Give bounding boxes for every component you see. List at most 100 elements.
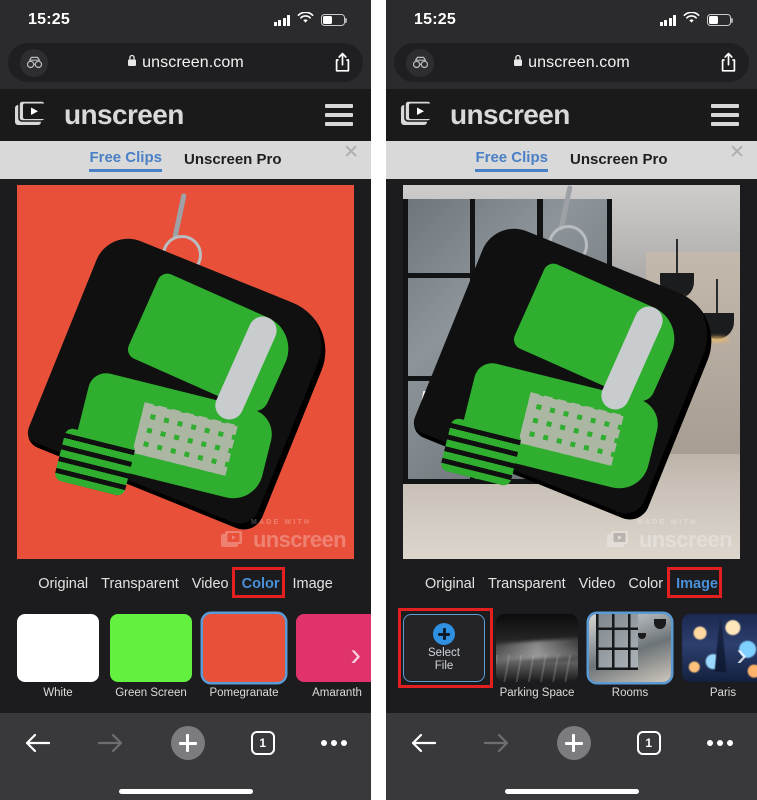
tab-unscreen-pro[interactable]: Unscreen Pro (570, 151, 668, 170)
media-preview-area: MADE WITH unscreen (0, 179, 371, 564)
shoe-keychain-graphic (403, 184, 740, 559)
more-dots-icon[interactable] (321, 740, 347, 746)
watermark-made-with: MADE WITH (636, 518, 698, 526)
browser-bottom-bar: 1 (386, 713, 757, 773)
option-tab-original[interactable]: Original (38, 576, 88, 592)
thumbnail-image (496, 614, 578, 682)
watermark-made-with: MADE WITH (250, 518, 312, 526)
back-arrow-icon[interactable] (410, 732, 437, 754)
watermark: MADE WITH unscreen (606, 518, 733, 553)
tab-free-clips[interactable]: Free Clips (475, 149, 548, 172)
cellular-signal-icon (273, 14, 290, 26)
address-bar[interactable]: unscreen.com (394, 43, 749, 82)
color-swatch-strip[interactable]: White Green Screen Pomegranate Amaranth … (0, 598, 371, 713)
swatch-color-box (110, 614, 192, 682)
option-tab-transparent[interactable]: Transparent (488, 576, 566, 592)
tab-count-badge[interactable]: 1 (250, 731, 275, 755)
watermark-brand: unscreen (638, 526, 733, 552)
swatch-green-screen[interactable]: Green Screen (110, 614, 192, 699)
site-tabs: Free Clips Unscreen Pro ✕ (0, 141, 371, 179)
phone-screenshot-right: 15:25 unscreen.com unscreen Free Clips U… (386, 0, 757, 800)
swatch-color-box (17, 614, 99, 682)
clasp (558, 184, 573, 231)
home-indicator[interactable] (504, 788, 639, 794)
status-icons (659, 11, 734, 29)
address-bar[interactable]: unscreen.com (8, 43, 363, 82)
chevron-right-icon[interactable]: › (736, 638, 747, 670)
thumbnail-label: Paris (709, 687, 737, 699)
close-icon[interactable]: ✕ (343, 143, 359, 162)
option-tabs: Original Transparent Video Color Image (386, 564, 757, 599)
option-tab-color[interactable]: Color (241, 576, 279, 599)
more-dots-icon[interactable] (707, 740, 733, 746)
status-icons (273, 11, 348, 29)
swatch-label: White (43, 687, 73, 699)
tab-free-clips[interactable]: Free Clips (89, 149, 162, 172)
add-plus-icon[interactable] (556, 726, 591, 760)
phone-screenshot-left: 15:25 unscreen.com unscreen Free Clips U… (0, 0, 371, 800)
home-indicator-area (0, 773, 371, 800)
forward-arrow-icon (97, 732, 124, 754)
status-time: 15:25 (28, 11, 70, 28)
url-display: unscreen.com (8, 54, 363, 72)
home-indicator[interactable] (118, 788, 253, 794)
url-text: unscreen.com (142, 53, 244, 71)
select-file-button[interactable]: Select File (403, 614, 485, 682)
watermark-logo-icon (606, 531, 628, 547)
thumbnail-image (589, 614, 671, 682)
url-display: unscreen.com (394, 54, 749, 72)
preview-image-background[interactable]: MADE WITH unscreen (403, 184, 740, 559)
thumbnail-parking-space[interactable]: Parking Space (496, 614, 578, 699)
watermark-brand: unscreen (252, 526, 347, 552)
swatch-pomegranate[interactable]: Pomegranate (203, 614, 285, 699)
option-tab-transparent[interactable]: Transparent (101, 576, 179, 592)
brand-logo[interactable]: unscreen (400, 97, 570, 134)
option-tab-image[interactable]: Image (676, 576, 718, 599)
option-tab-original[interactable]: Original (425, 576, 475, 592)
swatch-label: Amaranth (312, 687, 362, 699)
incognito-glasses-icon[interactable] (20, 48, 48, 77)
status-bar: 15:25 (0, 0, 371, 40)
url-text: unscreen.com (528, 53, 630, 71)
thumbnail-label: Rooms (611, 687, 649, 699)
thumbnail-rooms[interactable]: Rooms (589, 614, 671, 699)
swatch-label: Pomegranate (209, 687, 279, 699)
share-icon[interactable] (334, 52, 351, 73)
swatch-white[interactable]: White (17, 614, 99, 699)
option-tab-video[interactable]: Video (579, 576, 616, 592)
tab-count-badge[interactable]: 1 (636, 731, 661, 755)
hamburger-menu-icon[interactable] (711, 104, 739, 126)
lock-icon (127, 54, 137, 72)
shoe-keychain-graphic (17, 185, 354, 559)
tab-unscreen-pro[interactable]: Unscreen Pro (184, 151, 282, 170)
share-icon[interactable] (720, 52, 737, 73)
close-icon[interactable]: ✕ (729, 143, 745, 162)
thumbnail-label: Parking Space (499, 687, 575, 699)
screenshot-stage: 15:25 unscreen.com unscreen Free Clips U… (0, 0, 757, 800)
option-tabs: Original Transparent Video Color Image (0, 564, 371, 599)
add-plus-circle-icon (433, 623, 455, 646)
watermark: MADE WITH unscreen (220, 518, 347, 553)
chevron-right-icon[interactable]: › (350, 638, 361, 670)
site-header: unscreen (386, 89, 757, 141)
brand-name: unscreen (450, 99, 570, 130)
back-arrow-icon[interactable] (24, 732, 51, 754)
swatch-label: Green Screen (115, 687, 187, 699)
select-file-box[interactable]: Select File (403, 614, 485, 682)
unscreen-video-logo-icon (400, 97, 440, 134)
brand-logo[interactable]: unscreen (14, 97, 184, 134)
swatch-color-box (203, 614, 285, 682)
battery-icon (707, 14, 734, 26)
home-indicator-area (386, 773, 757, 800)
preview-color-background[interactable]: MADE WITH unscreen (17, 184, 354, 559)
image-thumbnail-strip[interactable]: Select File Parking Space Rooms Paris › (386, 598, 757, 713)
incognito-glasses-icon[interactable] (406, 48, 434, 77)
option-tab-image[interactable]: Image (292, 576, 332, 592)
url-bar-region: unscreen.com (386, 40, 757, 89)
option-tab-video[interactable]: Video (192, 576, 229, 592)
option-tab-color[interactable]: Color (628, 576, 663, 592)
wifi-icon (683, 11, 700, 29)
add-plus-icon[interactable] (170, 726, 205, 760)
shoe-body (23, 228, 341, 535)
hamburger-menu-icon[interactable] (325, 104, 353, 126)
